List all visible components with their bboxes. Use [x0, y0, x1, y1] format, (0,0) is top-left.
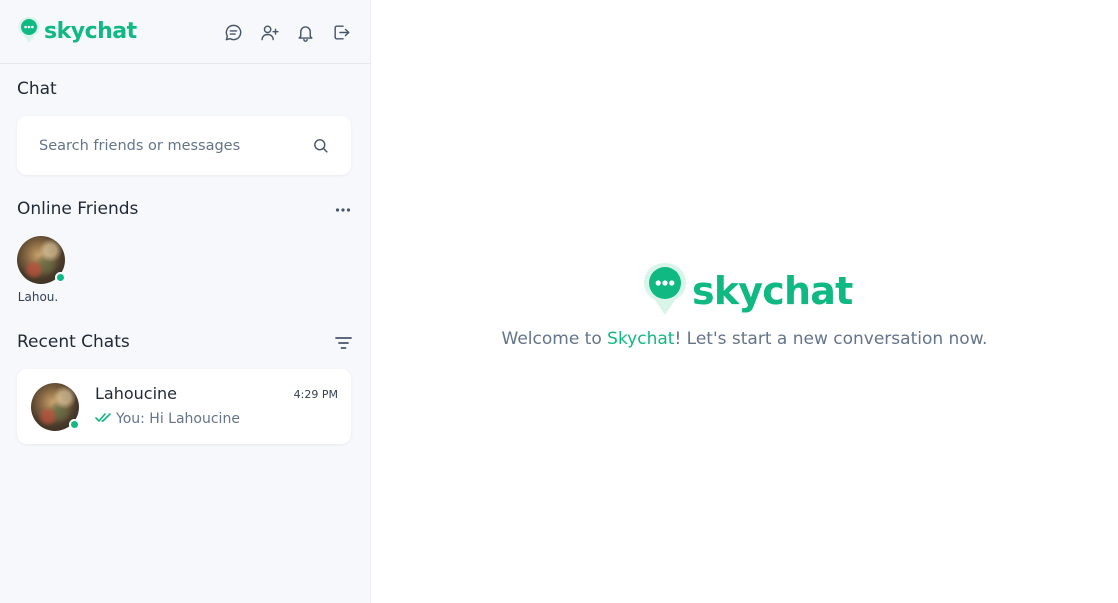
chat-bubble-pin-icon — [641, 261, 689, 321]
recent-chats-title: Recent Chats — [17, 332, 130, 352]
chat-timestamp: 4:29 PM — [293, 388, 338, 401]
chat-title: Chat — [17, 79, 57, 99]
search-box — [17, 116, 351, 175]
sidebar-header: skychat — [0, 0, 370, 64]
online-friend-name: Lahou. — [17, 290, 59, 304]
chat-bubble-pin-icon — [17, 16, 41, 48]
add-user-icon[interactable] — [259, 22, 280, 43]
online-friend[interactable]: Lahou. — [17, 236, 66, 304]
online-status-dot — [69, 419, 80, 430]
brand-logo[interactable]: skychat — [17, 16, 137, 48]
header-actions — [223, 22, 352, 43]
online-status-dot — [55, 272, 66, 283]
welcome-logo: skychat — [641, 261, 853, 321]
main-panel: skychat Welcome to Skychat! Let's start … — [371, 0, 1118, 603]
more-horizontal-icon[interactable] — [335, 202, 351, 218]
filter-icon[interactable] — [334, 334, 352, 352]
avatar — [17, 236, 66, 284]
sidebar: skychat Chat Search friends or messages … — [0, 0, 371, 603]
chat-contact-name: Lahoucine — [95, 384, 178, 403]
welcome-brand: Skychat — [607, 329, 675, 349]
bell-icon[interactable] — [295, 22, 316, 43]
avatar — [31, 383, 80, 431]
double-check-icon — [95, 411, 112, 427]
welcome-message: Welcome to Skychat! Let's start a new co… — [371, 329, 1118, 349]
search-icon[interactable] — [311, 137, 329, 155]
logout-icon[interactable] — [331, 22, 352, 43]
chat-icon[interactable] — [223, 22, 244, 43]
online-friends-title: Online Friends — [17, 199, 139, 219]
welcome-prefix: Welcome to — [501, 329, 608, 349]
welcome-suffix: ! Let's start a new conversation now. — [674, 329, 988, 349]
chat-preview-text: You: Hi Lahoucine — [116, 411, 240, 427]
chat-preview: You: Hi Lahoucine — [95, 411, 240, 427]
welcome-brand-name: skychat — [692, 269, 853, 313]
search-input[interactable] — [39, 137, 311, 154]
brand-name: skychat — [44, 19, 137, 44]
recent-chat-item[interactable]: Lahoucine 4:29 PM You: Hi Lahoucine — [17, 369, 351, 444]
